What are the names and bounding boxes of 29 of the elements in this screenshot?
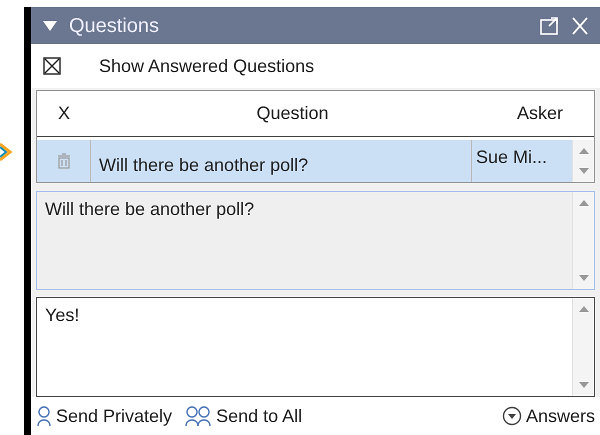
pointer-arrow-icon: [0, 142, 12, 162]
person-icon: [36, 405, 52, 427]
scroll-up-icon[interactable]: [578, 306, 588, 312]
dropdown-icon: [502, 406, 522, 426]
answer-field[interactable]: Yes!: [36, 297, 595, 397]
people-icon: [184, 405, 212, 427]
collapse-icon[interactable]: [43, 20, 57, 30]
popout-icon[interactable]: [540, 16, 560, 34]
send-button[interactable]: Send Privately: [36, 402, 172, 430]
scroll-up-icon[interactable]: [578, 148, 588, 154]
answer-text: Yes!: [44, 304, 80, 327]
column-header[interactable]: Question: [91, 100, 494, 127]
scroll-down-icon[interactable]: [578, 382, 588, 388]
question-cell: Will there be another poll?: [91, 140, 472, 182]
column-header[interactable]: Asker: [494, 100, 594, 127]
send-button[interactable]: Send to All: [184, 402, 302, 430]
close-icon[interactable]: [572, 16, 588, 34]
checkbox[interactable]: [43, 57, 61, 75]
answers-menu-button[interactable]: Answers: [502, 402, 595, 430]
asker-cell-text: Sue Mi...: [475, 146, 548, 169]
checkbox-label: Show Answered Questions: [99, 54, 314, 78]
scroll-down-icon[interactable]: [578, 168, 588, 174]
table-row[interactable]: Will there be another poll? Sue Mi...: [37, 140, 572, 182]
trash-icon[interactable]: [58, 153, 70, 169]
scroll-up-icon[interactable]: [578, 200, 588, 206]
panel-title: Questions: [69, 14, 160, 38]
scroll-down-icon[interactable]: [578, 275, 588, 281]
column-header[interactable]: X: [37, 100, 91, 127]
question-text: Will there be another poll?: [44, 198, 256, 221]
